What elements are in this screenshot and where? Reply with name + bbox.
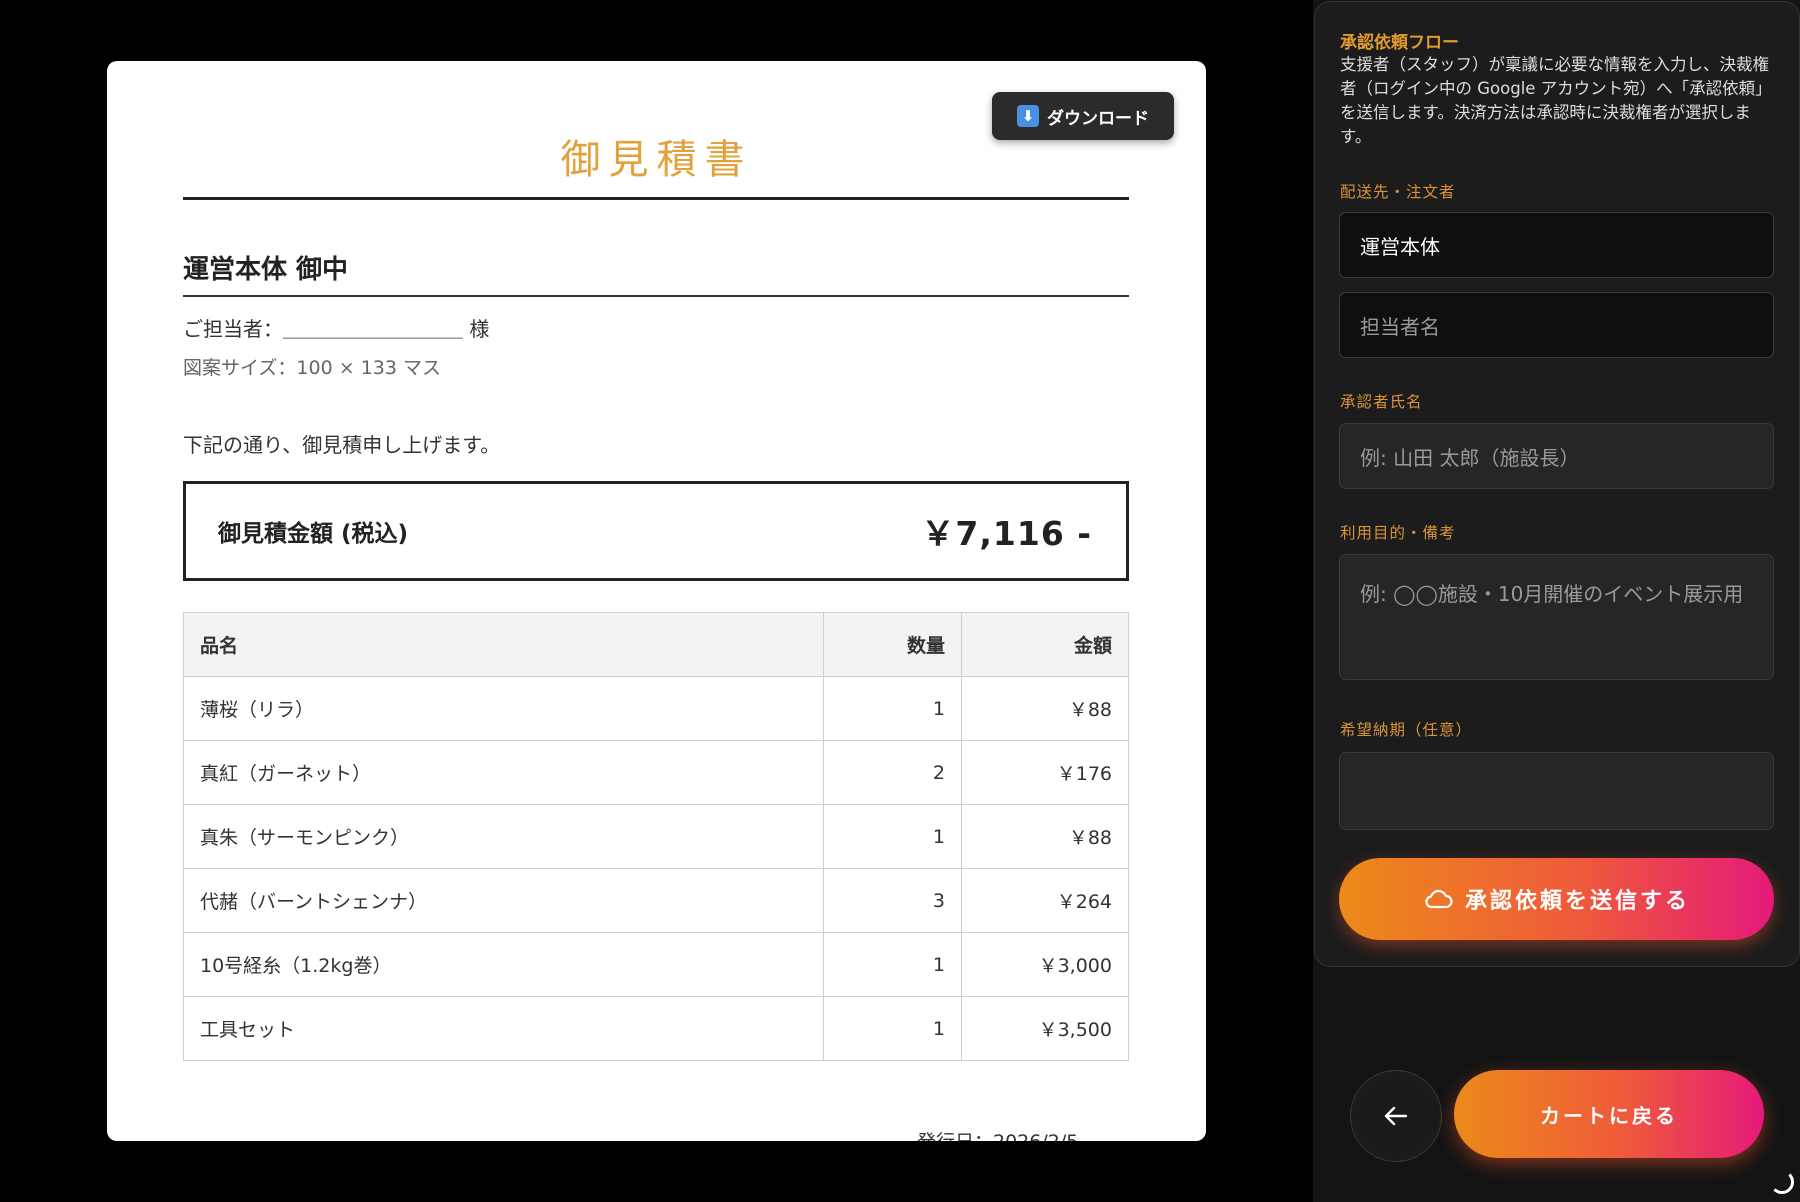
download-arrow-icon: ⬇: [1017, 105, 1039, 127]
shipping-label: 配送先・注文者: [1340, 183, 1456, 201]
table-row: 10号経糸（1.2kg巻） 1 ￥3,000: [183, 932, 1129, 997]
item-name: 真紅（ガーネット）: [183, 740, 824, 805]
flow-title: 承認依頼フロー: [1340, 33, 1459, 53]
table-row: 真朱（サーモンピンク） 1 ￥88: [183, 804, 1129, 869]
item-name: 真朱（サーモンピンク）: [183, 804, 824, 869]
total-label: 御見積金額 (税込): [218, 521, 409, 547]
download-button-label: ダウンロード: [1047, 108, 1149, 129]
table-row: 代赭（バーントシェンナ） 3 ￥264: [183, 868, 1129, 933]
quote-document: ⬇ ダウンロード 御見積書 運営本体 御中 ご担当者：＿＿＿＿＿＿＿＿＿ 様 図…: [107, 61, 1206, 1141]
item-name: 薄桜（リラ）: [183, 676, 824, 741]
loading-spinner-icon: [1770, 1170, 1794, 1194]
issue-date: 発行日：2026/2/5: [917, 1127, 1078, 1141]
item-quantity: 3: [823, 868, 962, 933]
title-divider: [183, 197, 1129, 200]
total-amount-box: 御見積金額 (税込) ￥7,116 -: [183, 481, 1129, 581]
approver-name-field[interactable]: 例: 山田 太郎（施設長）: [1339, 423, 1774, 489]
back-to-cart-label: カートに戻る: [1540, 1103, 1678, 1128]
purpose-label: 利用目的・備考: [1340, 524, 1456, 542]
header-amount: 金額: [961, 612, 1129, 677]
intro-text: 下記の通り、御見積申し上げます。: [183, 433, 501, 457]
item-amount: ￥176: [961, 740, 1129, 805]
delivery-date-label: 希望納期（任意）: [1340, 721, 1473, 739]
item-name: 10号経糸（1.2kg巻）: [183, 932, 824, 997]
pattern-size: 図案サイズ：100 × 133 マス: [183, 357, 441, 379]
cloud-icon: [1425, 889, 1453, 909]
document-title: 御見積書: [560, 137, 753, 183]
items-table: 品名 数量 金額 薄桜（リラ） 1 ￥88 真紅（ガーネット） 2 ￥176 真…: [183, 612, 1129, 1061]
item-quantity: 1: [823, 996, 962, 1061]
arrow-left-icon: [1384, 1106, 1408, 1126]
table-row: 薄桜（リラ） 1 ￥88: [183, 676, 1129, 741]
contact-person-line: ご担当者：＿＿＿＿＿＿＿＿＿ 様: [183, 317, 490, 341]
item-amount: ￥3,500: [961, 996, 1129, 1061]
flow-description: 支援者（スタッフ）が稟議に必要な情報を入力し、決裁権者（ログイン中の Googl…: [1340, 55, 1772, 146]
item-name: 工具セット: [183, 996, 824, 1061]
app-stage: ⬇ ダウンロード 御見積書 運営本体 御中 ご担当者：＿＿＿＿＿＿＿＿＿ 様 図…: [0, 0, 1800, 1202]
contact-name-placeholder: 担当者名: [1360, 314, 1440, 339]
table-header-row: 品名 数量 金額: [183, 612, 1129, 677]
shipping-field[interactable]: 運営本体: [1339, 212, 1774, 278]
item-quantity: 1: [823, 804, 962, 869]
submit-approval-button[interactable]: 承認依頼を送信する: [1339, 858, 1774, 940]
submit-approval-label: 承認依頼を送信する: [1464, 889, 1690, 914]
header-quantity: 数量: [823, 612, 962, 677]
item-amount: ￥88: [961, 676, 1129, 741]
approver-label: 承認者氏名: [1340, 393, 1423, 411]
table-row: 真紅（ガーネット） 2 ￥176: [183, 740, 1129, 805]
item-name: 代赭（バーントシェンナ）: [183, 868, 824, 933]
item-amount: ￥264: [961, 868, 1129, 933]
purpose-field[interactable]: 例: ◯◯施設・10月開催のイベント展示用: [1339, 554, 1774, 680]
back-button[interactable]: [1350, 1070, 1442, 1162]
item-quantity: 2: [823, 740, 962, 805]
shipping-value: 運営本体: [1360, 234, 1440, 259]
contact-name-field[interactable]: 担当者名: [1339, 292, 1774, 358]
total-value: ￥7,116 -: [921, 514, 1092, 553]
header-item-name: 品名: [183, 612, 824, 677]
item-quantity: 1: [823, 676, 962, 741]
addressee: 運営本体 御中: [183, 255, 349, 285]
addressee-divider: [183, 295, 1129, 297]
purpose-placeholder: 例: ◯◯施設・10月開催のイベント展示用: [1360, 582, 1744, 606]
approver-name-placeholder: 例: 山田 太郎（施設長）: [1360, 445, 1580, 470]
delivery-date-field[interactable]: [1339, 752, 1774, 830]
table-row: 工具セット 1 ￥3,500: [183, 996, 1129, 1061]
item-quantity: 1: [823, 932, 962, 997]
item-amount: ￥88: [961, 804, 1129, 869]
back-to-cart-button[interactable]: カートに戻る: [1454, 1070, 1764, 1158]
item-amount: ￥3,000: [961, 932, 1129, 997]
